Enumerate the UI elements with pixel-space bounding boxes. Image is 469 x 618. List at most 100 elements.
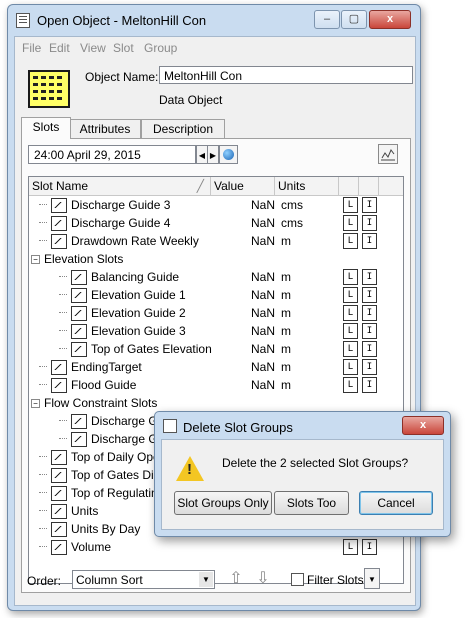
tree-connector — [39, 510, 47, 511]
tab-attributes[interactable]: Attributes — [69, 119, 141, 138]
object-name-field[interactable]: MeltonHill Con — [159, 66, 413, 84]
slot-flag-l-icon[interactable]: L — [343, 269, 358, 285]
slot-flag-l-icon[interactable]: L — [343, 341, 358, 357]
table-row[interactable]: Discharge Guide 4 NaN cms L I — [29, 214, 403, 232]
column-header-value[interactable]: Value — [211, 177, 275, 195]
slot-value: NaN — [251, 234, 276, 248]
order-select[interactable]: Column Sort ▼ — [72, 570, 215, 589]
slot-flag-i-icon[interactable]: I — [362, 269, 377, 285]
slot-flag-i-icon[interactable]: I — [362, 305, 377, 321]
column-header-units[interactable]: Units — [275, 177, 339, 195]
move-down-icon[interactable]: ⇩ — [252, 567, 274, 591]
slot-name: Units By Day — [71, 522, 141, 536]
collapse-icon[interactable]: − — [31, 255, 40, 264]
series-slot-icon — [51, 378, 67, 393]
warning-exclamation-icon: ! — [187, 461, 192, 478]
slot-flag-i-icon[interactable]: I — [362, 539, 377, 555]
table-row[interactable]: Flood Guide NaN m L I — [29, 376, 403, 394]
tree-connector — [59, 438, 67, 439]
table-row[interactable]: Elevation Guide 1 NaN m L I — [29, 286, 403, 304]
slot-name: Elevation Slots — [44, 252, 124, 266]
slot-flag-l-icon[interactable]: L — [343, 233, 358, 249]
tree-connector — [39, 240, 47, 241]
order-label: Order: — [27, 574, 62, 588]
slot-flag-i-icon[interactable]: I — [362, 341, 377, 357]
date-field[interactable]: 24:00 April 29, 2015 — [28, 145, 196, 164]
slot-name: Units — [71, 504, 99, 518]
slot-name: Discharge Guide 3 — [71, 198, 171, 212]
object-name-label: Object Name: — [85, 70, 159, 84]
series-slot-icon — [51, 360, 67, 375]
tree-connector — [39, 546, 47, 547]
slot-group-row[interactable]: − Flow Constraint Slots — [29, 394, 403, 412]
tab-description[interactable]: Description — [141, 119, 225, 138]
slot-flag-i-icon[interactable]: I — [362, 323, 377, 339]
slot-flag-i-icon[interactable]: I — [362, 359, 377, 375]
slot-flag-l-icon[interactable]: L — [343, 287, 358, 303]
title-bar[interactable]: Open Object - MeltonHill Con – ▢ x — [8, 5, 420, 35]
table-row[interactable]: Discharge Guide 3 NaN cms L I — [29, 196, 403, 214]
tab-slots[interactable]: Slots — [21, 117, 71, 139]
series-slot-icon — [51, 450, 67, 465]
slots-too-button[interactable]: Slots Too — [274, 491, 349, 515]
order-select-value: Column Sort — [76, 573, 143, 587]
slot-flag-l-icon[interactable]: L — [343, 215, 358, 231]
slot-units: m — [281, 360, 291, 374]
slot-flag-l-icon[interactable]: L — [343, 359, 358, 375]
table-row[interactable]: Top of Gates Elevation NaN m L I — [29, 340, 403, 358]
dialog-close-button[interactable]: x — [402, 416, 444, 435]
menu-file[interactable]: File — [22, 41, 41, 55]
filter-dropdown-button[interactable]: ▼ — [364, 568, 380, 589]
slot-name: Elevation Guide 3 — [91, 324, 186, 338]
table-row[interactable]: EndingTarget NaN m L I — [29, 358, 403, 376]
dialog-message: Delete the 2 selected Slot Groups? — [222, 456, 409, 470]
menu-group[interactable]: Group — [144, 41, 177, 55]
object-type-label: Data Object — [159, 93, 223, 107]
close-button[interactable]: x — [369, 10, 411, 29]
slot-units: m — [281, 306, 291, 320]
slot-flag-i-icon[interactable]: I — [362, 287, 377, 303]
column-header-slot-name[interactable]: Slot Name ╱ — [29, 177, 211, 195]
slot-flag-l-icon[interactable]: L — [343, 305, 358, 321]
dialog-title: Delete Slot Groups — [183, 420, 293, 435]
table-row[interactable]: Elevation Guide 2 NaN m L I — [29, 304, 403, 322]
move-up-icon[interactable]: ⇧ — [225, 567, 247, 591]
slot-groups-only-button[interactable]: Slot Groups Only — [174, 491, 272, 515]
table-row[interactable]: Balancing Guide NaN m L I — [29, 268, 403, 286]
column-header-blank-2 — [359, 177, 379, 195]
slot-value: NaN — [251, 198, 276, 212]
maximize-button[interactable]: ▢ — [341, 10, 367, 29]
tree-connector — [39, 366, 47, 367]
minimize-button[interactable]: – — [314, 10, 340, 29]
slot-flag-l-icon[interactable]: L — [343, 539, 358, 555]
table-row[interactable]: Volume L I — [29, 538, 403, 556]
slot-flag-i-icon[interactable]: I — [362, 197, 377, 213]
slot-flag-i-icon[interactable]: I — [362, 377, 377, 393]
slot-name: Discharge Guide 4 — [71, 216, 171, 230]
slot-flag-i-icon[interactable]: I — [362, 233, 377, 249]
slot-name: Elevation Guide 2 — [91, 306, 186, 320]
date-next-button[interactable]: ▶ — [207, 145, 219, 164]
series-slot-icon — [51, 486, 67, 501]
table-row[interactable]: Elevation Guide 3 NaN m L I — [29, 322, 403, 340]
menu-edit[interactable]: Edit — [49, 41, 70, 55]
globe-icon[interactable] — [219, 145, 238, 164]
slot-flag-l-icon[interactable]: L — [343, 377, 358, 393]
series-slot-icon — [51, 522, 67, 537]
slot-flag-l-icon[interactable]: L — [343, 323, 358, 339]
collapse-icon[interactable]: − — [31, 399, 40, 408]
slot-units: m — [281, 234, 291, 248]
slot-flag-i-icon[interactable]: I — [362, 215, 377, 231]
slot-units: m — [281, 270, 291, 284]
series-slot-icon — [51, 216, 67, 231]
filter-slots-checkbox[interactable] — [291, 573, 304, 586]
menu-slot[interactable]: Slot — [113, 41, 134, 55]
table-row[interactable]: Drawdown Rate Weekly NaN m L I — [29, 232, 403, 250]
slot-value: NaN — [251, 342, 276, 356]
slot-flag-l-icon[interactable]: L — [343, 197, 358, 213]
menu-view[interactable]: View — [80, 41, 106, 55]
slot-group-row[interactable]: − Elevation Slots — [29, 250, 403, 268]
cancel-button[interactable]: Cancel — [359, 491, 433, 515]
tree-connector — [59, 294, 67, 295]
plot-icon[interactable] — [378, 144, 398, 164]
